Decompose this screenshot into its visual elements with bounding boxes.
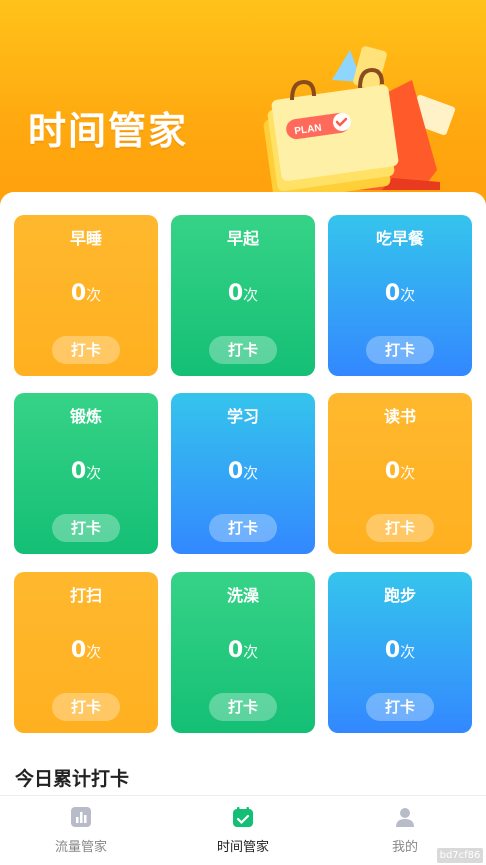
watermark-badge: bd7cf86 <box>437 848 483 863</box>
card-count: 0次 <box>70 638 102 663</box>
card-title: 洗澡 <box>226 586 259 605</box>
habit-card-bath: 洗澡 0次 打卡 <box>171 572 315 733</box>
habit-card-reading: 读书 0次 打卡 <box>328 393 472 554</box>
checkin-button[interactable]: 打卡 <box>366 514 434 542</box>
card-count: 0次 <box>384 459 416 484</box>
card-count: 0次 <box>384 638 416 663</box>
habit-card-study: 学习 0次 打卡 <box>171 393 315 554</box>
card-title: 学习 <box>226 407 259 426</box>
tab-label: 时间管家 <box>216 840 269 855</box>
card-count: 0次 <box>227 459 259 484</box>
habit-card-running: 跑步 0次 打卡 <box>328 572 472 733</box>
card-count: 0次 <box>70 281 102 306</box>
habit-card-breakfast: 吃早餐 0次 打卡 <box>328 215 472 376</box>
checkin-button[interactable]: 打卡 <box>209 514 277 542</box>
checkin-button[interactable]: 打卡 <box>52 336 120 364</box>
bottom-tab-bar: 流量管家 时间管家 我的 <box>0 795 486 865</box>
card-title: 打扫 <box>69 586 102 605</box>
card-title: 读书 <box>383 407 416 426</box>
card-count: 0次 <box>70 459 102 484</box>
card-title: 早睡 <box>69 229 102 248</box>
checkin-button[interactable]: 打卡 <box>209 693 277 721</box>
habit-card-cleaning: 打扫 0次 打卡 <box>14 572 158 733</box>
habit-card-early-sleep: 早睡 0次 打卡 <box>14 215 158 376</box>
checkin-button[interactable]: 打卡 <box>209 336 277 364</box>
user-icon <box>396 808 414 827</box>
checkin-button[interactable]: 打卡 <box>366 693 434 721</box>
card-count: 0次 <box>227 638 259 663</box>
card-count: 0次 <box>227 281 259 306</box>
tab-time-manager[interactable]: 时间管家 <box>162 796 324 865</box>
page-title: 时间管家 <box>28 109 189 153</box>
today-checkin-title: 今日累计打卡 <box>15 768 130 790</box>
chart-icon <box>71 807 91 827</box>
calendar-illustration-icon: PLAN <box>263 46 456 200</box>
tab-label: 流量管家 <box>54 840 107 855</box>
checkin-button[interactable]: 打卡 <box>52 693 120 721</box>
habit-card-early-rise: 早起 0次 打卡 <box>171 215 315 376</box>
card-title: 锻炼 <box>69 407 102 426</box>
checkin-button[interactable]: 打卡 <box>366 336 434 364</box>
card-count: 0次 <box>384 281 416 306</box>
checkin-button[interactable]: 打卡 <box>52 514 120 542</box>
habit-card-exercise: 锻炼 0次 打卡 <box>14 393 158 554</box>
tab-traffic-manager[interactable]: 流量管家 <box>0 796 162 865</box>
card-title: 吃早餐 <box>375 229 424 248</box>
card-title: 早起 <box>226 229 259 248</box>
header-banner: 时间管家 PLAN <box>0 0 486 215</box>
calendar-check-icon <box>233 807 253 827</box>
card-title: 跑步 <box>383 586 416 605</box>
